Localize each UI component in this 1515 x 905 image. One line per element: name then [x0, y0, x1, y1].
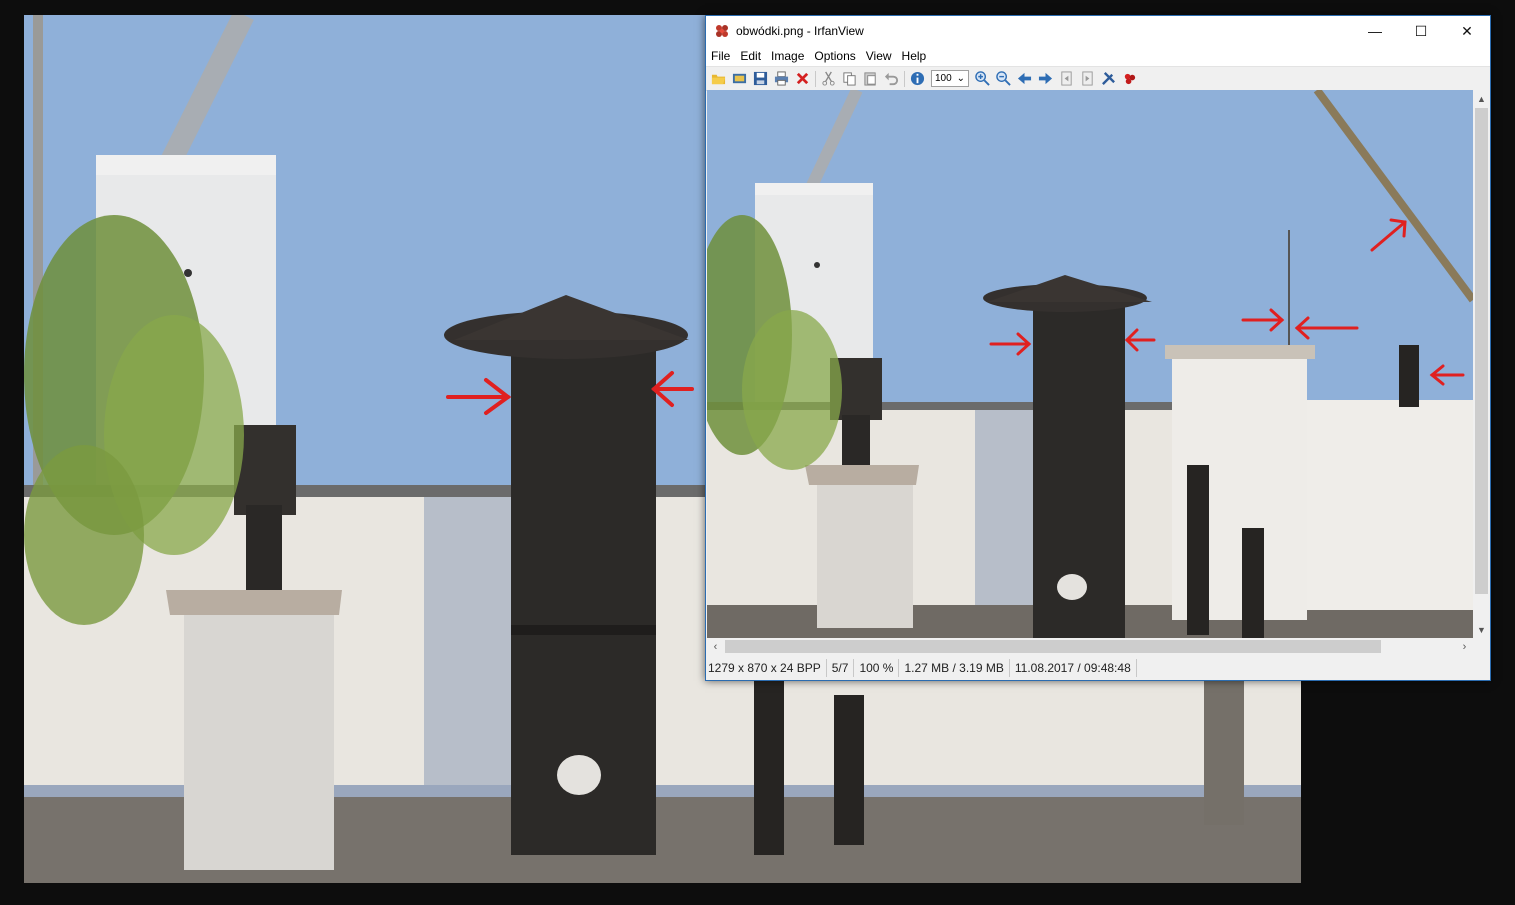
undo-button[interactable] [881, 69, 902, 89]
image-viewport[interactable] [707, 90, 1473, 638]
print-button[interactable] [771, 69, 792, 89]
status-index: 5/7 [830, 659, 855, 677]
status-size: 1.27 MB / 3.19 MB [902, 659, 1010, 677]
first-page-icon [1061, 71, 1072, 86]
zoom-in-icon [975, 71, 990, 86]
save-button[interactable] [750, 69, 771, 89]
toolbar-separator [815, 70, 816, 87]
zoom-in-button[interactable] [972, 69, 993, 89]
irfanview-window: obwódki.png - IrfanView — ☐ ✕ File Edit … [705, 15, 1491, 681]
undo-icon [884, 72, 899, 86]
next-icon [1038, 72, 1053, 85]
next-button[interactable] [1035, 69, 1056, 89]
info-icon [910, 71, 925, 86]
print-icon [774, 71, 789, 86]
settings-button[interactable] [1098, 69, 1119, 89]
paste-button[interactable] [860, 69, 881, 89]
irfanview-icon [1124, 73, 1136, 85]
scroll-right-icon[interactable]: › [1456, 638, 1473, 655]
last-page-button[interactable] [1077, 69, 1098, 89]
previous-button[interactable] [1014, 69, 1035, 89]
copy-icon [843, 72, 856, 86]
irfanview-app-icon [716, 25, 728, 37]
status-zoom: 100 % [857, 659, 900, 677]
status-datetime: 11.08.2017 / 09:48:48 [1013, 659, 1137, 677]
open-icon [711, 74, 726, 85]
window-title: obwódki.png - IrfanView [736, 24, 864, 38]
status-dimensions: 1279 x 870 x 24 BPP [706, 659, 827, 677]
copy-button[interactable] [839, 69, 860, 89]
open-button[interactable] [708, 69, 729, 89]
vertical-scroll-thumb[interactable] [1475, 108, 1488, 594]
last-page-icon [1082, 71, 1093, 86]
settings-icon [1102, 72, 1115, 85]
horizontal-scroll-thumb[interactable] [725, 640, 1381, 653]
toolbar-separator [904, 70, 905, 87]
chevron-down-icon: ⌄ [956, 73, 965, 84]
menu-view[interactable]: View [861, 49, 897, 63]
scroll-down-icon[interactable]: ▼ [1473, 621, 1490, 638]
toolbar: 100 ⌄ [706, 66, 1490, 91]
menu-help[interactable]: Help [897, 49, 932, 63]
scroll-left-icon[interactable]: ‹ [707, 638, 724, 655]
info-button[interactable] [907, 69, 928, 89]
zoom-select[interactable]: 100 ⌄ [931, 70, 969, 87]
zoom-value: 100 [935, 73, 952, 84]
menu-image[interactable]: Image [766, 49, 809, 63]
thumbnails-icon [732, 73, 747, 84]
previous-icon [1017, 72, 1032, 85]
title-bar[interactable]: obwódki.png - IrfanView — ☐ ✕ [706, 16, 1490, 46]
menu-file[interactable]: File [706, 49, 735, 63]
delete-icon [796, 72, 809, 85]
menu-options[interactable]: Options [809, 49, 860, 63]
delete-button[interactable] [792, 69, 813, 89]
thumbnails-button[interactable] [729, 69, 750, 89]
cut-icon [822, 71, 835, 86]
save-icon [753, 71, 768, 86]
close-button[interactable]: ✕ [1444, 16, 1490, 46]
scroll-up-icon[interactable]: ▲ [1473, 90, 1490, 107]
vertical-scrollbar[interactable]: ▲ ▼ [1473, 90, 1490, 638]
horizontal-scrollbar[interactable]: ‹ › [707, 638, 1473, 655]
about-button[interactable] [1119, 69, 1140, 89]
menu-edit[interactable]: Edit [735, 49, 766, 63]
menu-bar: File Edit Image Options View Help [706, 46, 1490, 66]
paste-icon [864, 72, 876, 86]
maximize-button[interactable]: ☐ [1398, 16, 1444, 46]
scroll-corner [1473, 638, 1490, 655]
zoom-out-icon [996, 71, 1011, 86]
status-bar: 1279 x 870 x 24 BPP 5/7 100 % 1.27 MB / … [706, 656, 1490, 680]
minimize-button[interactable]: — [1352, 16, 1398, 46]
cut-button[interactable] [818, 69, 839, 89]
first-page-button[interactable] [1056, 69, 1077, 89]
zoom-out-button[interactable] [993, 69, 1014, 89]
